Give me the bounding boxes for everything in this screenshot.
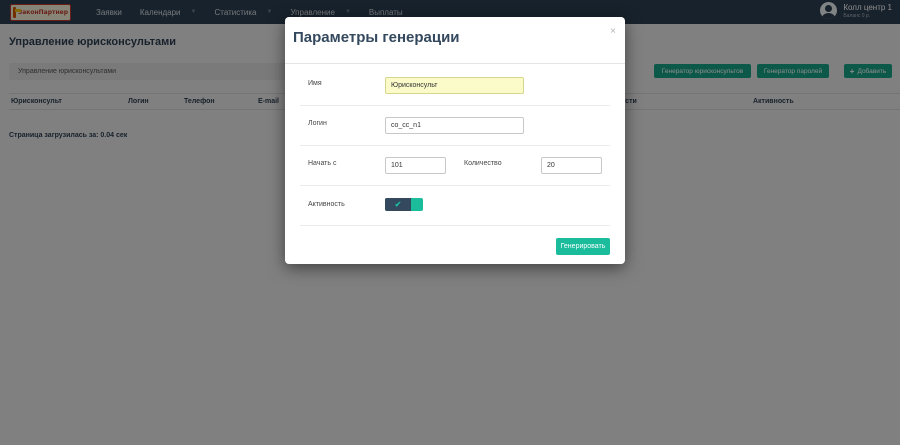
modal-title: Параметры генерации <box>293 29 460 46</box>
row-divider <box>300 105 610 106</box>
generate-button[interactable]: Генерировать <box>556 238 610 255</box>
row-divider <box>300 185 610 186</box>
modal-header-divider <box>285 63 625 64</box>
row-divider <box>300 225 610 226</box>
login-label: Логин <box>308 120 327 127</box>
count-field-value: 20 <box>547 162 555 169</box>
name-field-value: Юрисконсульт <box>391 82 438 89</box>
check-icon: ✔ <box>385 198 411 211</box>
start-field-value: 101 <box>391 162 403 169</box>
name-label: Имя <box>308 80 322 87</box>
start-field[interactable]: 101 <box>385 157 446 174</box>
count-field[interactable]: 20 <box>541 157 602 174</box>
login-field-value: co_cc_n1 <box>391 122 421 129</box>
login-field[interactable]: co_cc_n1 <box>385 117 524 134</box>
row-divider <box>300 145 610 146</box>
name-field[interactable]: Юрисконсульт <box>385 77 524 94</box>
count-label: Количество <box>464 160 502 167</box>
close-icon[interactable]: × <box>610 26 616 37</box>
active-toggle[interactable]: ✔ <box>385 198 423 211</box>
start-label: Начать с <box>308 160 337 167</box>
active-label: Активность <box>308 201 345 208</box>
generation-params-modal: Параметры генерации × Имя Юрисконсульт Л… <box>285 17 625 264</box>
